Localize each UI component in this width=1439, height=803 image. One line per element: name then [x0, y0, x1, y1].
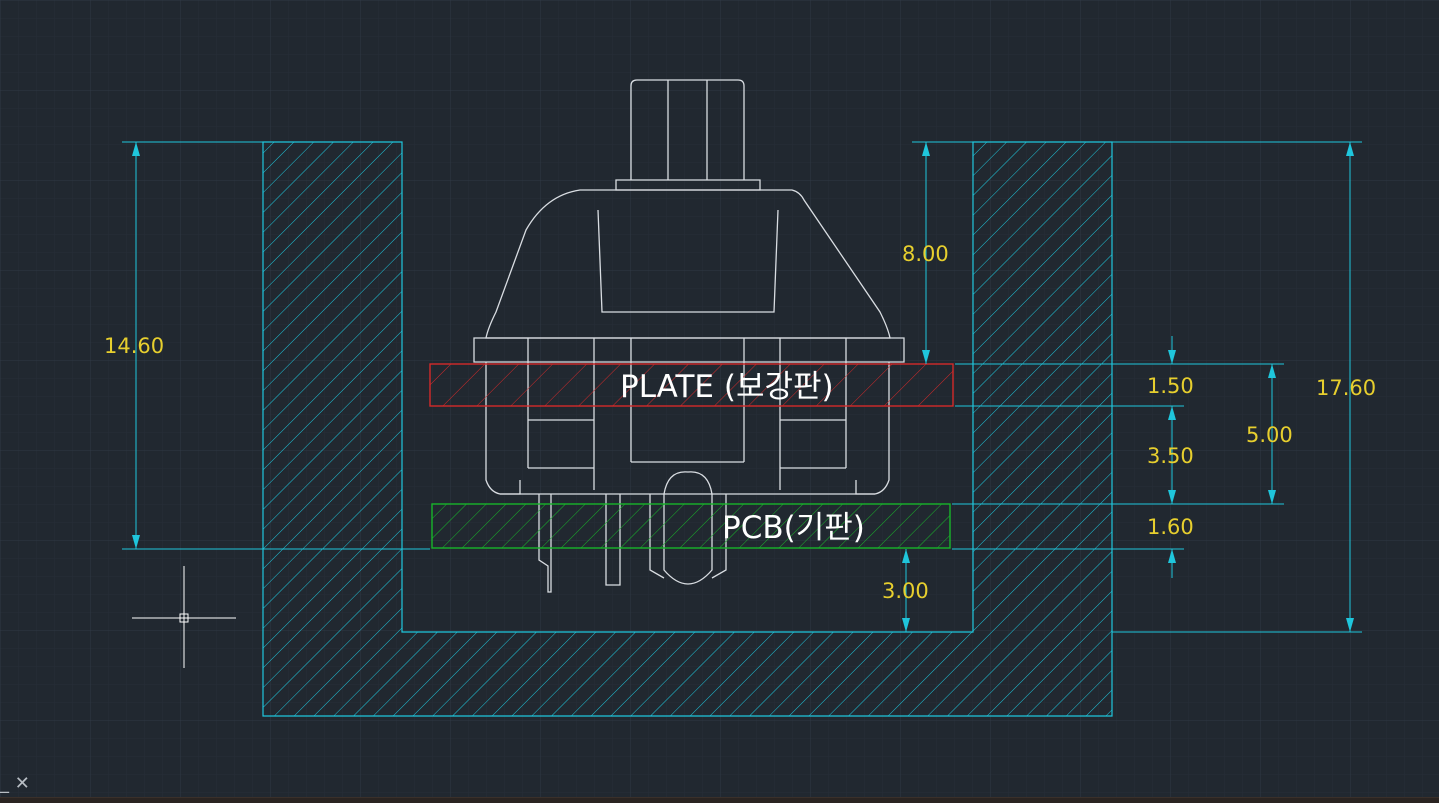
dim-text-bottom-gap: 3.00 — [882, 579, 929, 603]
dim-text-plate-to-pcb-bottom: 5.00 — [1246, 423, 1293, 447]
close-icon[interactable]: ✕ — [15, 771, 30, 797]
dim-text-top-gap: 8.00 — [902, 242, 949, 266]
pcb-label: PCB(기판) — [722, 510, 865, 546]
dim-text-plate-to-pcb: 3.50 — [1147, 444, 1194, 468]
dim-text-pcb-thickness: 1.60 — [1147, 515, 1194, 539]
command-line[interactable]: _ ✕ — [0, 771, 40, 797]
plate-label: PLATE (보강판) — [620, 369, 834, 405]
pcb: PCB(기판) — [431, 503, 951, 549]
plate: PLATE (보강판) — [429, 363, 954, 407]
dim-text-total-height: 17.60 — [1316, 376, 1376, 400]
status-bar — [0, 797, 1439, 803]
dim-text-plate-thickness: 1.50 — [1147, 374, 1194, 398]
cad-drawing-canvas[interactable]: PLATE (보강판) PCB(기판) 14.60 8.00 1.50 3.50… — [0, 0, 1439, 803]
dim-text-left-height: 14.60 — [104, 334, 164, 358]
command-prompt-glyph: _ — [0, 773, 9, 794]
